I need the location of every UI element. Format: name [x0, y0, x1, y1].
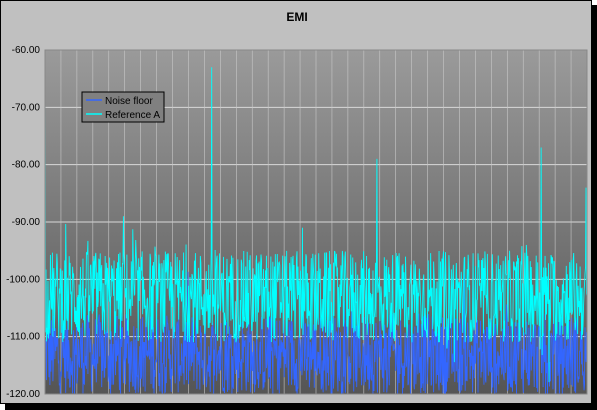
legend-label-noise-floor: Noise floor: [105, 96, 153, 107]
y-tick-label: -90.00: [12, 217, 41, 228]
y-axis-ticks: -60.00 -70.00 -80.00 -90.00 -100.00 -110.00 -1…: [6, 45, 40, 400]
y-tick-label: -120.00: [6, 389, 40, 400]
legend: Noise floor Reference A: [81, 91, 165, 123]
y-tick-label: -60.00: [12, 45, 41, 56]
emi-chart: EMI -60.00 -70.00 -80.00 -90.00 -100.00 -110.…: [6, 10, 588, 400]
chart-title: EMI: [286, 10, 307, 24]
y-tick-label: -80.00: [12, 160, 41, 171]
legend-label-reference-a: Reference A: [105, 110, 160, 121]
y-tick-label: -110.00: [7, 332, 41, 343]
y-tick-label: -100.00: [6, 274, 40, 285]
y-tick-label: -70.00: [12, 102, 41, 113]
